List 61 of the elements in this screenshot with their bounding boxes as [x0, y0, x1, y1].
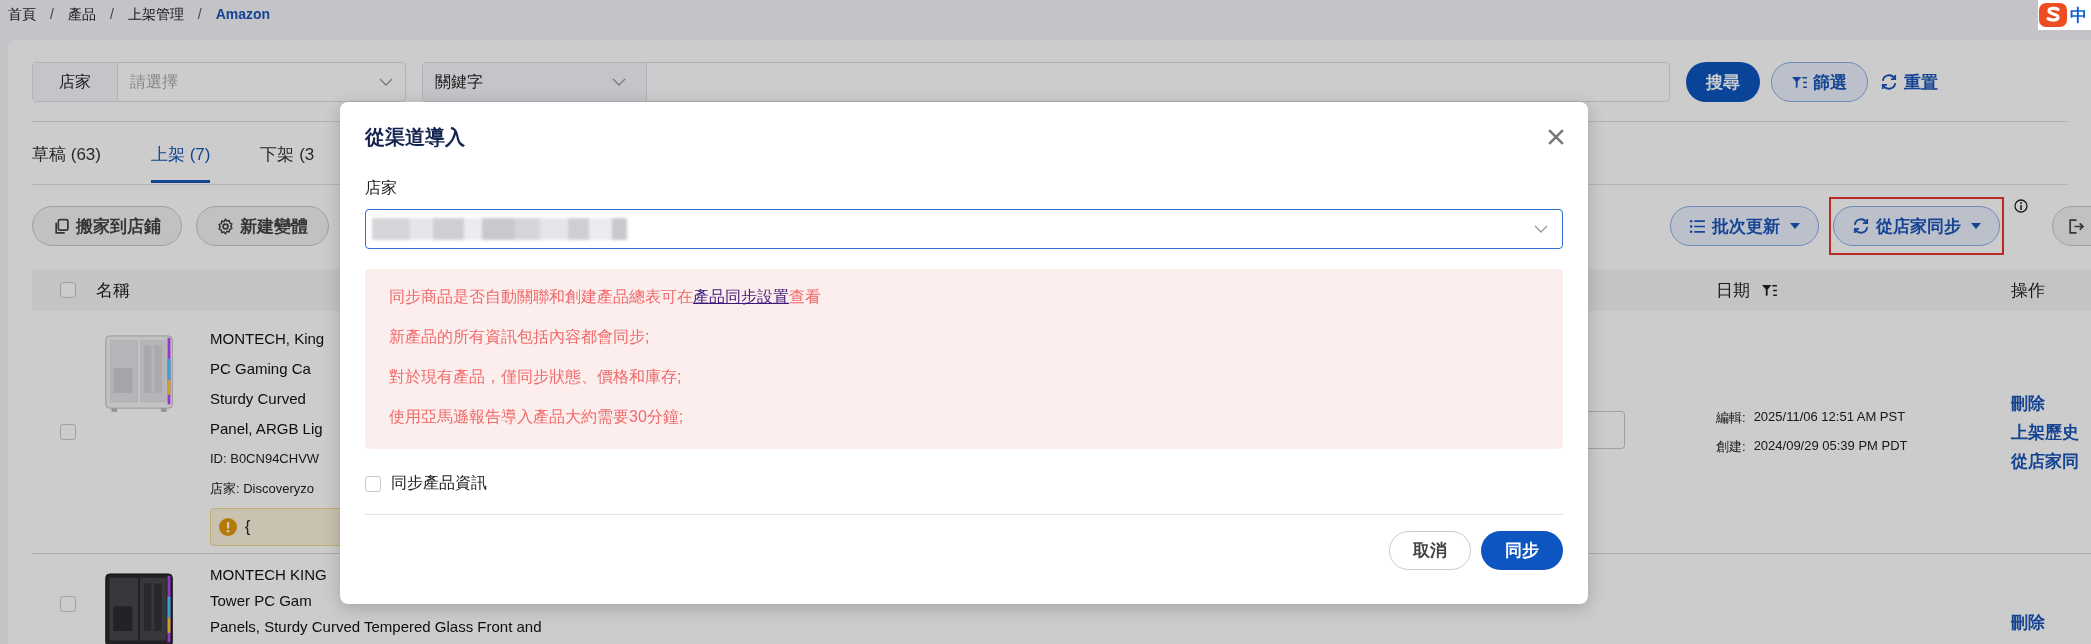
store-select[interactable]	[365, 209, 1563, 249]
dropdown-button[interactable]: 從店家同步	[1833, 206, 2000, 246]
copy-icon	[53, 217, 70, 235]
list-icon	[1689, 217, 1706, 235]
breadcrumb-link[interactable]: 上架管理	[127, 6, 184, 24]
dropdown-button[interactable]: 批次更新	[1670, 206, 1819, 246]
product-title[interactable]: MONTECH, King PC Gaming Ca Sturdy Curved Panel, ARGB Lig	[210, 324, 325, 444]
date-label: 編輯:	[1716, 408, 1746, 427]
field-label: 店家	[365, 178, 398, 198]
notice-text: 新產品的所有資訊包括內容都會同步;	[389, 327, 651, 347]
gear-icon	[217, 217, 234, 235]
filter-icon	[1792, 75, 1807, 89]
chevron-down-icon	[379, 78, 393, 86]
notice-text: 對於現有產品，僅同步狀態、價格和庫存;	[389, 367, 683, 387]
action-link[interactable]: 從店家同	[2011, 450, 2079, 472]
warning-icon	[219, 518, 237, 536]
breadcrumb-link[interactable]: 產品	[67, 6, 96, 24]
caret-icon	[1971, 223, 1981, 229]
sync-icon	[1852, 217, 1870, 235]
toolbar-button[interactable]: 搬家到店鋪	[32, 206, 182, 246]
chevron-down-icon	[1534, 225, 1548, 233]
breadcrumb-separator: /	[109, 6, 114, 22]
column-header: 日期	[1716, 279, 1750, 302]
cancel-button[interactable]: 取消	[1389, 531, 1471, 570]
action-link[interactable]: 刪除	[2011, 612, 2045, 633]
date-label: 創建:	[1716, 437, 1746, 456]
store-select[interactable]: 店家 請選擇	[32, 62, 406, 102]
warning-text: {	[245, 518, 251, 536]
notice-text: 使用亞馬遜報告導入產品大約需要30分鐘;	[389, 407, 685, 427]
filter-button[interactable]: 篩選	[1771, 62, 1868, 102]
checkbox[interactable]	[60, 282, 76, 298]
toolbar-button[interactable]: 新建變體	[196, 206, 329, 246]
reset-button[interactable]: 重置	[1874, 62, 1944, 102]
caret-icon	[1790, 223, 1800, 229]
dialog-title: 從渠道導入	[365, 124, 465, 150]
info-icon	[2014, 199, 2028, 213]
tab[interactable]: 上架 (7)	[150, 122, 211, 183]
sync-icon	[1880, 73, 1898, 91]
breadcrumb-separator: /	[50, 6, 54, 22]
checkbox[interactable]	[365, 475, 381, 492]
search-button[interactable]: 搜尋	[1686, 62, 1760, 102]
breadcrumb-link[interactable]: 首頁	[8, 6, 36, 24]
checkbox[interactable]	[60, 424, 76, 440]
column-header: 操作	[2011, 279, 2045, 302]
sync-button[interactable]: 同步	[1481, 531, 1563, 570]
column-header: 名稱	[96, 279, 130, 302]
product-store: 店家: Discoveryzo	[210, 480, 315, 498]
settings-link[interactable]: 產品同步設置	[693, 288, 789, 305]
checkbox[interactable]	[60, 596, 76, 612]
date-value: 2024/09/29 05:39 PM PDT	[1753, 437, 1908, 455]
checkbox-label: 同步產品資訊	[391, 473, 487, 493]
tab[interactable]: 草稿 (63)	[32, 122, 101, 183]
breadcrumb-separator: /	[197, 6, 202, 22]
action-link[interactable]: 上架歷史	[2011, 421, 2079, 443]
close-button[interactable]	[1546, 127, 1566, 147]
export-icon	[2067, 217, 2084, 235]
product-id: ID: B0CN94CHVW	[210, 450, 320, 468]
tab[interactable]: 下架 (3	[260, 122, 315, 183]
action-link[interactable]: 刪除	[2011, 392, 2045, 414]
notice-text: 同步商品是否自動關聯和創建產品總表可在產品同步設置查看	[389, 287, 822, 307]
date-value: 2025/11/06 12:51 AM PST	[1753, 408, 1906, 426]
